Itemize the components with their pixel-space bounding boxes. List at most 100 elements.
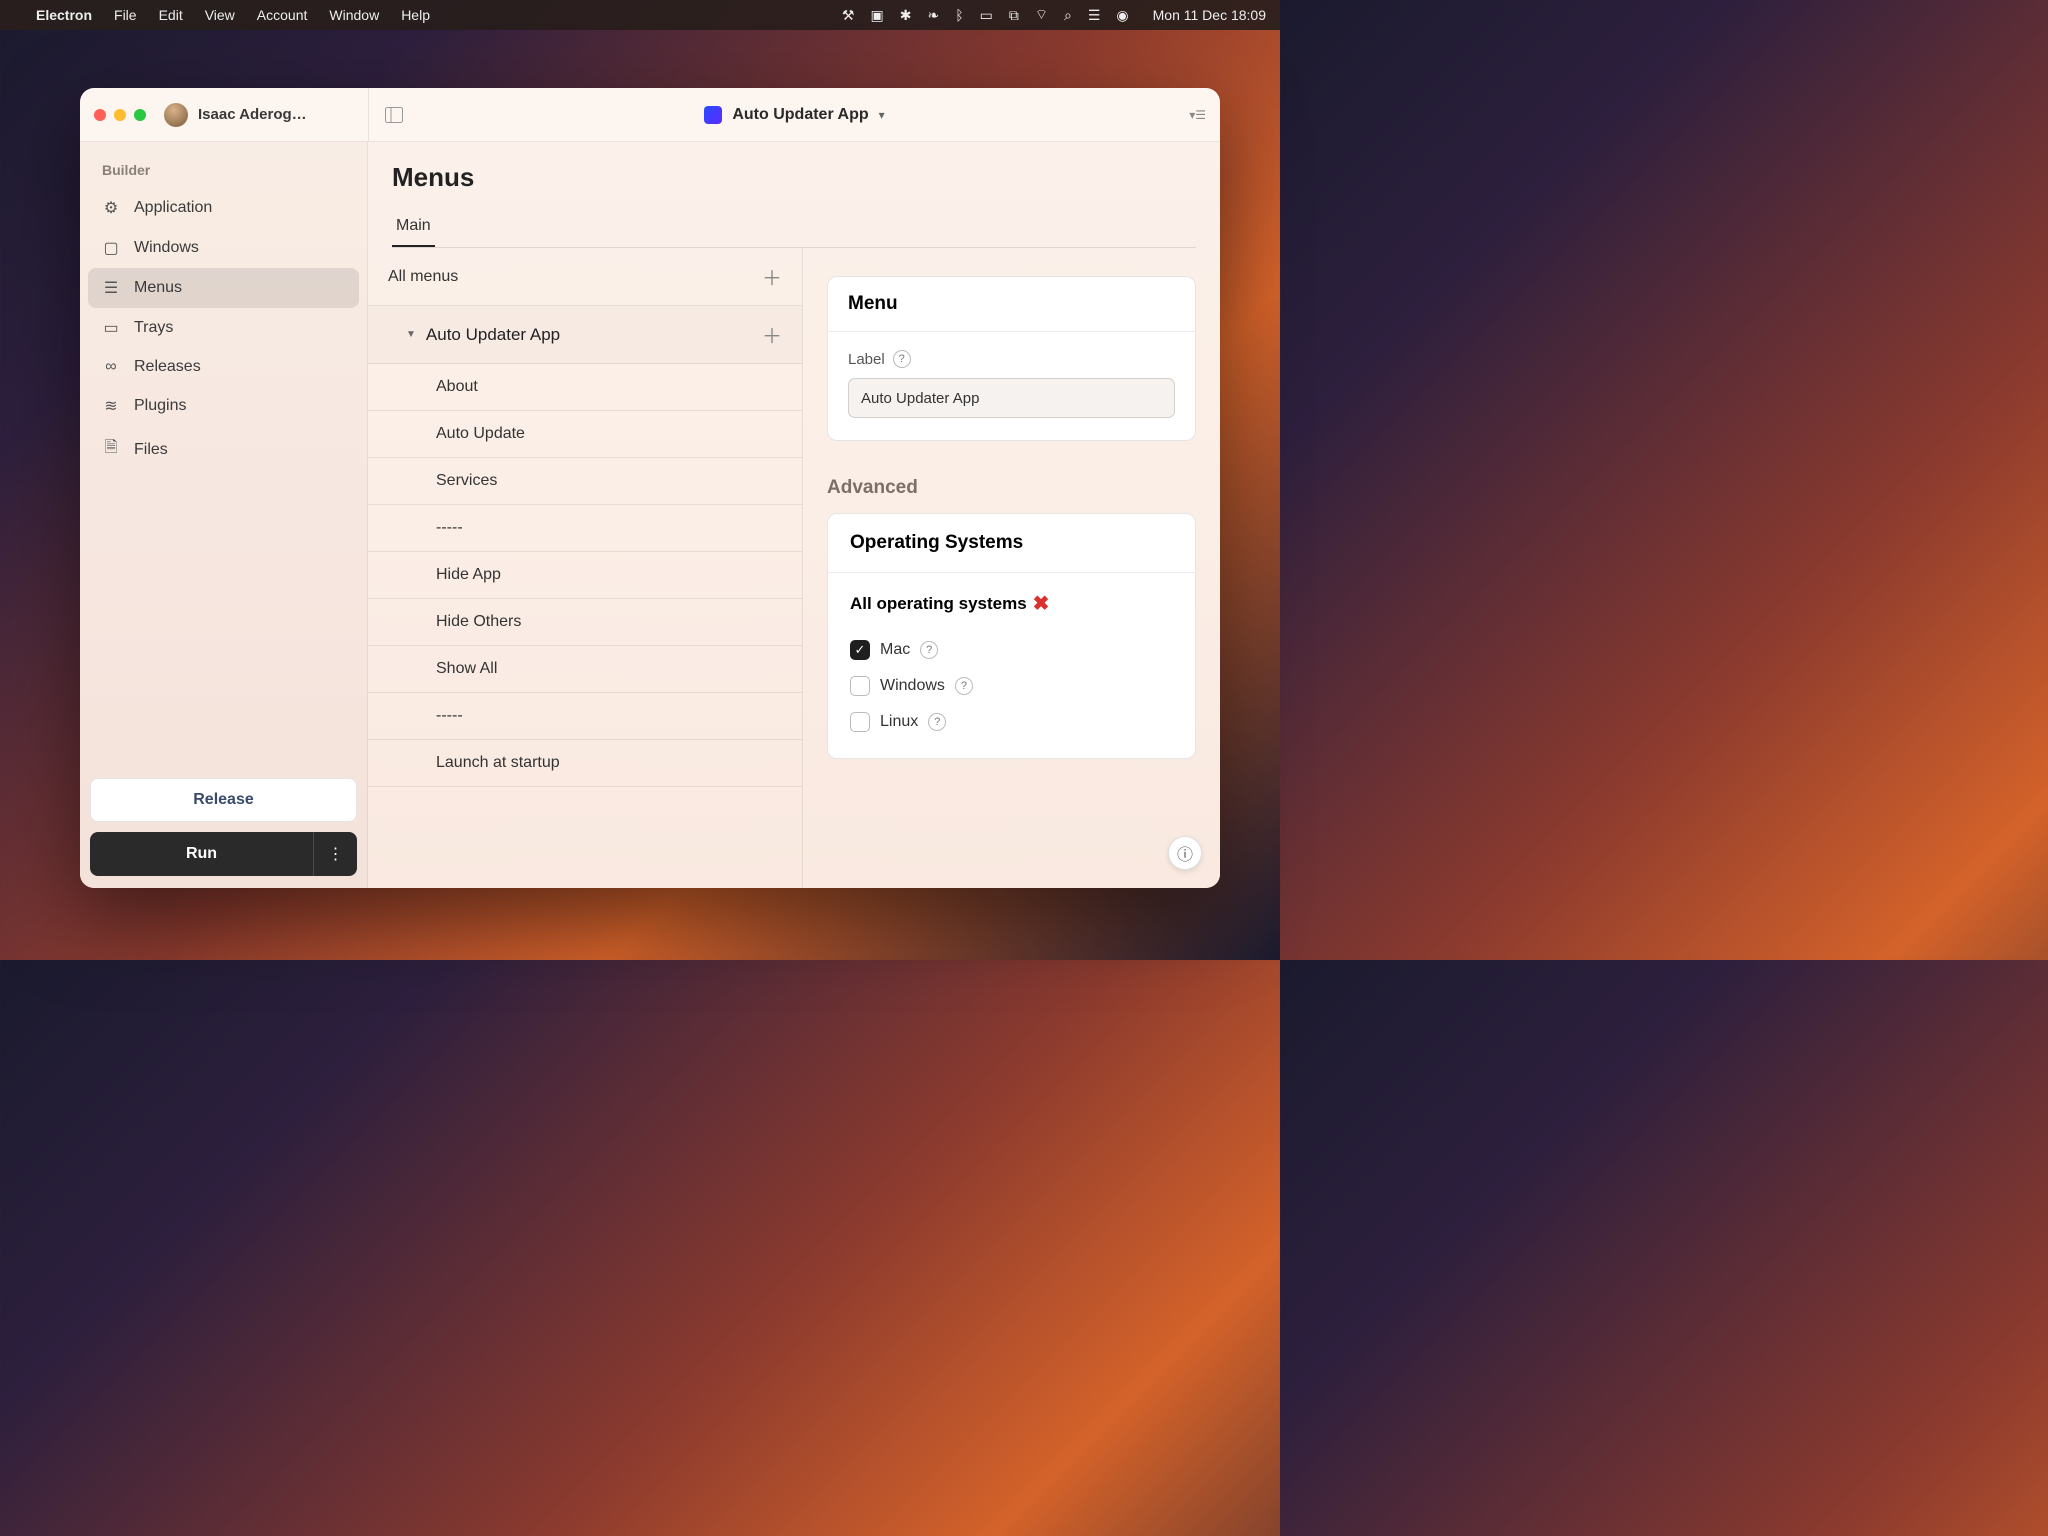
sidebar-item-files[interactable]: 🗎 Files (88, 426, 359, 473)
sidebar-item-label: Trays (134, 319, 173, 337)
app-icon (704, 106, 722, 124)
sidebar-item-windows[interactable]: ▢ Windows (88, 228, 359, 268)
x-icon: ✖ (1033, 591, 1050, 616)
menu-item[interactable]: Launch at startup (368, 740, 802, 787)
menu-tree-root-label: Auto Updater App (426, 325, 560, 345)
advanced-section-label: Advanced (827, 477, 1196, 499)
label-field-label: Label ? (848, 350, 1175, 368)
sidebar-item-plugins[interactable]: ≋ Plugins (88, 386, 359, 426)
bluetooth-icon[interactable]: ᛒ (955, 7, 963, 23)
help-icon[interactable]: ? (955, 677, 973, 695)
release-button[interactable]: Release (90, 778, 357, 822)
app-title[interactable]: Auto Updater App (732, 106, 868, 124)
file-icon: 🗎 (102, 436, 120, 463)
menu-tree: All menus ＋ ▼ Auto Updater App ＋ Abo (368, 248, 803, 888)
card-title: Menu (828, 277, 1195, 332)
sort-icon[interactable]: ▾☰ (1189, 108, 1206, 122)
traffic-lights (94, 109, 146, 121)
add-menu-button[interactable]: ＋ (762, 262, 782, 291)
sidebar-item-menus[interactable]: ☰ Menus (88, 268, 359, 308)
battery-icon[interactable]: ▭ (980, 7, 993, 24)
sidebar-item-label: Menus (134, 279, 182, 297)
evernote-icon[interactable]: ❧ (927, 7, 939, 24)
sidebar-item-label: Releases (134, 358, 201, 376)
os-label: Windows (880, 677, 945, 695)
menu-item-separator[interactable]: ----- (368, 505, 802, 552)
tab-main[interactable]: Main (392, 207, 435, 247)
sidebar-header: Builder (88, 154, 359, 188)
sidebar-item-trays[interactable]: ▭ Trays (88, 308, 359, 348)
checkbox[interactable] (850, 676, 870, 696)
siri-icon[interactable]: ◉ (1116, 7, 1128, 24)
os-row-mac[interactable]: ✓ Mac ? (850, 632, 1173, 668)
menubar-app-name[interactable]: Electron (36, 7, 92, 23)
inspector: Menu Label ? Advanced Operating Systems (803, 248, 1220, 888)
os-label: Mac (880, 641, 910, 659)
control-center-icon[interactable]: ☰ (1088, 7, 1101, 24)
run-more-button[interactable]: ⋮ (313, 832, 357, 876)
tool-icon[interactable]: ⚒︎ (842, 7, 855, 24)
menu-icon: ☰ (102, 278, 120, 298)
screen-icon[interactable]: ▣ (870, 7, 883, 24)
titlebar: Isaac Aderog… Auto Updater App ▾ ▾☰ (80, 88, 1220, 142)
sidebar-item-label: Application (134, 199, 212, 217)
help-icon[interactable]: ? (920, 641, 938, 659)
menu-item[interactable]: Show All (368, 646, 802, 693)
menu-item[interactable]: About (368, 364, 802, 411)
menubar-file[interactable]: File (114, 7, 137, 23)
sidebar-item-application[interactable]: ⚙ Application (88, 188, 359, 228)
info-button[interactable]: ⓘ (1168, 836, 1202, 870)
wifi-icon[interactable]: ⌔ (1035, 6, 1048, 24)
sidebar-item-releases[interactable]: ∞ Releases (88, 348, 359, 386)
menubar-account[interactable]: Account (257, 7, 308, 23)
all-menus-row[interactable]: All menus ＋ (368, 248, 802, 306)
os-card: Operating Systems All operating systems … (827, 513, 1196, 759)
gear-icon: ⚙ (102, 198, 120, 218)
dnd-icon[interactable]: ✱ (900, 7, 912, 24)
menubar-view[interactable]: View (205, 7, 235, 23)
help-icon[interactable]: ? (893, 350, 911, 368)
label-input[interactable] (848, 378, 1175, 418)
sidebar-toggle-icon[interactable] (383, 104, 405, 126)
add-menu-item-button[interactable]: ＋ (762, 320, 782, 349)
sidebar: Builder ⚙ Application ▢ Windows ☰ Menus … (80, 142, 368, 888)
menu-item[interactable]: Hide Others (368, 599, 802, 646)
layers-icon: ≋ (102, 396, 120, 416)
checkbox-checked[interactable]: ✓ (850, 640, 870, 660)
menu-tree-root[interactable]: ▼ Auto Updater App ＋ (368, 306, 802, 364)
status-icons: ⚒︎ ▣ ✱ ❧ ᛒ ▭ ⧉ ⌔ ⌕ ☰ ◉ Mon 11 Dec 18:09 (842, 6, 1266, 24)
os-row-windows[interactable]: Windows ? (850, 668, 1173, 704)
minimize-button[interactable] (114, 109, 126, 121)
tray-icon: ▭ (102, 318, 120, 338)
tabs: Main (392, 207, 1196, 248)
menubar-edit[interactable]: Edit (159, 7, 183, 23)
menu-item[interactable]: Services (368, 458, 802, 505)
menubar-clock[interactable]: Mon 11 Dec 18:09 (1153, 7, 1266, 23)
window-icon: ▢ (102, 238, 120, 258)
sidebar-item-label: Windows (134, 239, 199, 257)
share-icon: ∞ (102, 358, 120, 376)
menu-properties-card: Menu Label ? (827, 276, 1196, 441)
menu-item-separator[interactable]: ----- (368, 693, 802, 740)
checkbox[interactable] (850, 712, 870, 732)
spotlight-icon[interactable]: ⌕ (1064, 7, 1072, 24)
chevron-down-icon[interactable]: ▾ (879, 108, 885, 122)
menubar-help[interactable]: Help (401, 7, 430, 23)
help-icon[interactable]: ? (928, 713, 946, 731)
menu-item[interactable]: Hide App (368, 552, 802, 599)
disclosure-triangle-icon[interactable]: ▼ (406, 329, 416, 340)
app-window: Isaac Aderog… Auto Updater App ▾ ▾☰ Buil… (80, 88, 1220, 888)
all-menus-label: All menus (388, 268, 458, 286)
sidebar-item-label: Files (134, 441, 168, 459)
close-button[interactable] (94, 109, 106, 121)
user-name: Isaac Aderog… (198, 106, 307, 123)
run-button[interactable]: Run (90, 832, 313, 876)
menu-item[interactable]: Auto Update (368, 411, 802, 458)
os-row-linux[interactable]: Linux ? (850, 704, 1173, 740)
display-icon[interactable]: ⧉ (1009, 7, 1019, 24)
sidebar-item-label: Plugins (134, 397, 186, 415)
maximize-button[interactable] (134, 109, 146, 121)
avatar[interactable] (164, 103, 188, 127)
os-card-title: Operating Systems (828, 514, 1195, 573)
menubar-window[interactable]: Window (329, 7, 379, 23)
